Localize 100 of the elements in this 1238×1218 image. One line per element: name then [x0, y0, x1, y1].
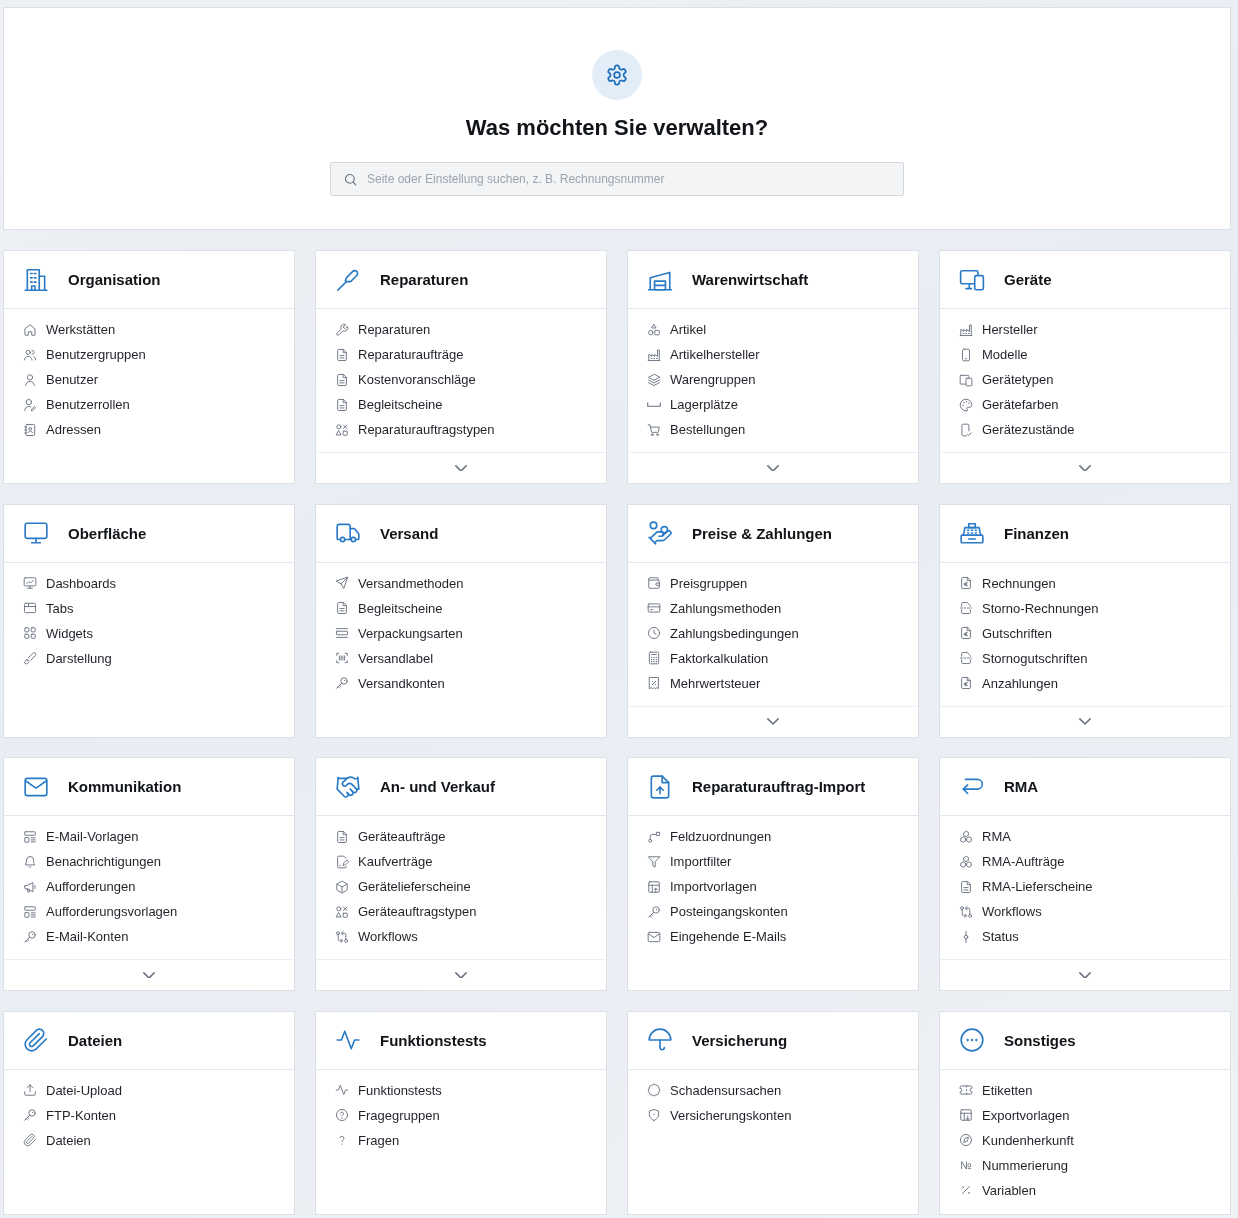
settings-link[interactable]: Variablen	[959, 1177, 1036, 1203]
settings-link[interactable]: FTP-Konten	[23, 1102, 117, 1128]
monitor-icon	[23, 520, 49, 546]
chevron-down-icon	[767, 464, 779, 472]
settings-link[interactable]: Artikelhersteller	[647, 342, 760, 367]
settings-link[interactable]: Dateien	[23, 1127, 91, 1153]
users-icon	[23, 347, 37, 362]
settings-link[interactable]: № Nummerierung	[959, 1152, 1068, 1178]
settings-link[interactable]: Hersteller	[959, 317, 1038, 342]
settings-link[interactable]: Benutzer	[23, 367, 99, 392]
settings-link[interactable]: Widgets	[23, 620, 93, 646]
settings-link[interactable]: Kundenherkunft	[959, 1127, 1074, 1153]
compare-arrows-icon	[959, 904, 973, 919]
credit-card-icon	[647, 601, 661, 615]
settings-link[interactable]: Darstellung	[23, 645, 112, 671]
settings-link[interactable]: Schadensursachen	[647, 1077, 782, 1103]
settings-link[interactable]: Stornogutschriften	[959, 645, 1088, 671]
settings-link[interactable]: Reparaturaufträge	[335, 342, 464, 367]
document-icon	[335, 372, 349, 387]
settings-link[interactable]: Reparaturen	[335, 317, 431, 342]
settings-link[interactable]: Versandlabel	[335, 645, 434, 671]
settings-link[interactable]: Gerätetypen	[959, 367, 1054, 392]
settings-link[interactable]: Posteingangskonten	[647, 899, 788, 924]
barcode-icon	[335, 651, 349, 665]
settings-link[interactable]: Artikel	[647, 317, 707, 342]
settings-link[interactable]: Dashboards	[23, 570, 117, 596]
settings-link[interactable]: Gerätefarben	[959, 392, 1059, 417]
settings-link[interactable]: Fragegruppen	[335, 1102, 440, 1128]
clock-icon	[647, 626, 661, 640]
settings-link[interactable]: Zahlungsmethoden	[647, 595, 782, 621]
settings-link[interactable]: Workflows	[959, 899, 1042, 924]
settings-link[interactable]: Aufforderungsvorlagen	[23, 899, 178, 924]
settings-link[interactable]: Verpackungsarten	[335, 620, 463, 646]
settings-link[interactable]: Preisgruppen	[647, 570, 748, 596]
settings-link[interactable]: E-Mail-Konten	[23, 924, 129, 949]
settings-link[interactable]: Modelle	[959, 342, 1028, 367]
settings-link[interactable]: E-Mail-Vorlagen	[23, 824, 139, 849]
settings-link[interactable]: Eingehende E-Mails	[647, 924, 787, 949]
settings-link[interactable]: Feldzuordnungen	[647, 824, 772, 849]
phone-icon	[959, 347, 973, 362]
settings-link[interactable]: Mehrwertsteuer	[647, 670, 761, 696]
settings-link[interactable]: Benachrichtigungen	[23, 849, 161, 874]
ticket-icon	[959, 1083, 973, 1097]
settings-link[interactable]: Begleitscheine	[335, 595, 443, 621]
settings-link[interactable]: Gutschriften	[959, 620, 1053, 646]
shapes-icon	[647, 322, 661, 337]
numero-sign-icon: №	[959, 1158, 973, 1172]
settings-link[interactable]: Anzahlungen	[959, 670, 1058, 696]
cash-register-icon	[959, 520, 985, 546]
search-field[interactable]: Seite oder Einstellung suchen, z. B. Rechnungsnummer	[330, 162, 904, 196]
settings-link[interactable]: Kostenvoranschläge	[335, 367, 476, 392]
settings-link[interactable]: Reparaturauftragstypen	[335, 417, 495, 442]
settings-link[interactable]: RMA	[959, 824, 1011, 849]
settings-link[interactable]: Adressen	[23, 417, 101, 442]
settings-link[interactable]: Benutzergruppen	[23, 342, 146, 367]
chevron-down-icon	[143, 971, 155, 979]
settings-link[interactable]: Workflows	[335, 924, 418, 949]
route-icon	[647, 829, 661, 844]
settings-link[interactable]: Begleitscheine	[335, 392, 443, 417]
settings-link[interactable]: Exportvorlagen	[959, 1102, 1070, 1128]
factory-icon	[647, 347, 661, 362]
settings-link[interactable]: Kaufverträge	[335, 849, 433, 874]
calculator-icon	[647, 651, 661, 665]
settings-link[interactable]: Rechnungen	[959, 570, 1056, 596]
settings-link[interactable]: Zahlungsbedingungen	[647, 620, 799, 646]
settings-link[interactable]: Versicherungskonten	[647, 1102, 792, 1128]
document-icon	[335, 601, 349, 615]
settings-link[interactable]: Storno-Rechnungen	[959, 595, 1099, 621]
settings-link[interactable]: Etiketten	[959, 1077, 1033, 1103]
settings-link[interactable]: Warengruppen	[647, 367, 756, 392]
settings-link[interactable]: Bestellungen	[647, 417, 746, 442]
settings-link[interactable]: Gerätelieferscheine	[335, 874, 471, 899]
settings-link[interactable]: Benutzerrollen	[23, 392, 130, 417]
settings-link[interactable]: Aufforderungen	[23, 874, 136, 899]
settings-link[interactable]: Lagerplätze	[647, 392, 738, 417]
chevron-down-icon	[1079, 464, 1091, 472]
settings-link[interactable]: Importfilter	[647, 849, 732, 874]
shelf-icon	[647, 402, 661, 407]
settings-link[interactable]: Datei-Upload	[23, 1077, 122, 1103]
settings-link[interactable]: Tabs	[23, 595, 74, 621]
phone-check-icon	[959, 422, 973, 437]
settings-link[interactable]: RMA-Aufträge	[959, 849, 1065, 874]
settings-link[interactable]: Status	[959, 924, 1019, 949]
settings-link[interactable]: Faktorkalkulation	[647, 645, 769, 671]
settings-link[interactable]: Fragen	[335, 1127, 400, 1153]
settings-link[interactable]: Geräteauftragstypen	[335, 899, 477, 924]
cart-icon	[647, 422, 661, 437]
settings-link[interactable]: Versandkonten	[335, 670, 445, 696]
settings-link[interactable]: Gerätezustände	[959, 417, 1075, 442]
section-title: Funktionstests	[380, 1031, 487, 1049]
section-title: Kommunikation	[68, 778, 182, 795]
settings-link[interactable]: Importvorlagen	[647, 874, 757, 899]
layout-icon	[23, 829, 37, 844]
megaphone-icon	[23, 879, 37, 894]
settings-link[interactable]: Geräteaufträge	[335, 824, 446, 849]
settings-link[interactable]: Funktionstests	[335, 1077, 442, 1103]
key-icon	[647, 904, 661, 919]
settings-link[interactable]: Versandmethoden	[335, 570, 464, 596]
settings-link[interactable]: Werkstätten	[23, 317, 116, 342]
settings-link[interactable]: RMA-Lieferscheine	[959, 874, 1093, 899]
